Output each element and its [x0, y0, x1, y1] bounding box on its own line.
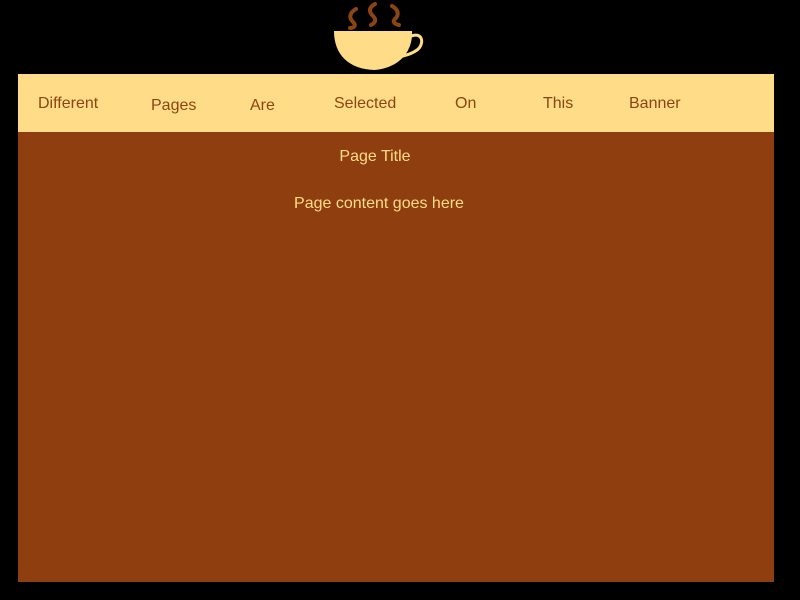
nav-item-different[interactable]: Different — [38, 74, 98, 132]
steam-right — [390, 4, 401, 27]
main-content: Page Title Page content goes here — [18, 132, 774, 582]
nav-banner: Different Pages Are Selected On This Ban… — [18, 74, 774, 132]
coffee-cup-icon — [334, 2, 424, 70]
steam-left — [348, 7, 358, 30]
coffee-cup-logo[interactable] — [329, 0, 429, 74]
nav-item-selected[interactable]: Selected — [334, 74, 396, 132]
nav-item-on[interactable]: On — [455, 74, 476, 132]
nav-item-are[interactable]: Are — [250, 74, 275, 132]
steam-middle — [367, 2, 378, 27]
cup-body — [334, 31, 413, 70]
page-title: Page Title — [339, 148, 411, 165]
nav-item-banner[interactable]: Banner — [629, 74, 681, 132]
nav-item-this[interactable]: This — [543, 74, 573, 132]
page-content-text: Page content goes here — [294, 195, 464, 212]
nav-item-pages[interactable]: Pages — [151, 74, 196, 132]
page: Different Pages Are Selected On This Ban… — [0, 0, 800, 600]
